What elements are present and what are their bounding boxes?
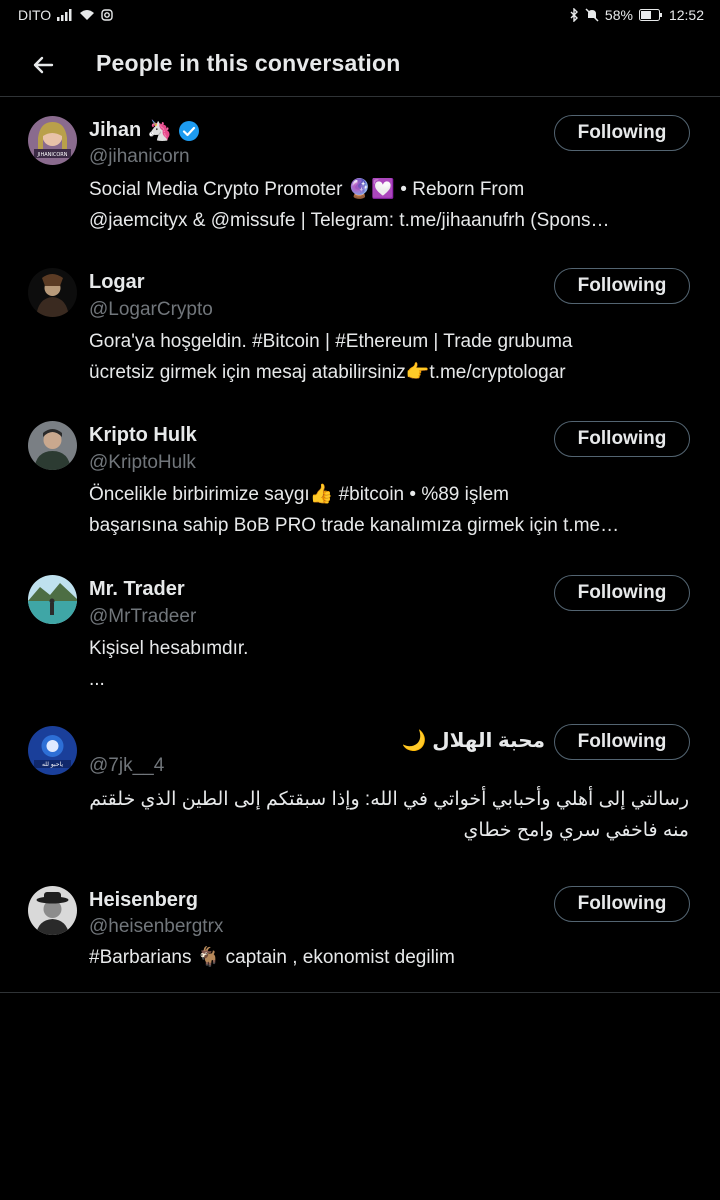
avatar-kripto-hulk[interactable] [28, 421, 77, 470]
person-bio: Öncelikle birbirimize saygı👍 #bitcoin • … [89, 484, 620, 536]
battery-percent: 58% [604, 7, 633, 23]
person-handle[interactable]: @KriptoHulk [89, 452, 196, 474]
svg-text:JIHANICORN: JIHANICORN [37, 152, 68, 158]
person-handle[interactable]: @jihanicorn [89, 146, 190, 168]
battery-icon [638, 9, 663, 21]
following-button[interactable]: Following [554, 421, 690, 457]
verified-badge-icon [179, 120, 200, 141]
person-bio: Kişisel hesabımdır. ... [89, 638, 249, 690]
person-bio: رسالتي إلى أهلي وأحبابي أخواتي في الله: … [89, 789, 689, 841]
person-row-jihan[interactable]: JIHANICORN Jihan 🦄 @jihanicorn Social Me… [0, 97, 720, 252]
person-handle[interactable]: @MrTradeer [89, 606, 196, 628]
person-name[interactable]: Heisenberg [89, 889, 198, 912]
instagram-icon [101, 9, 113, 21]
signal-icon [57, 9, 73, 21]
mute-bell-icon [585, 8, 599, 22]
wifi-icon [79, 9, 95, 21]
person-row-mr-trader[interactable]: Mr. Trader @MrTradeer Kişisel hesabımdır… [0, 559, 720, 710]
person-name[interactable]: Kripto Hulk [89, 424, 197, 447]
following-button[interactable]: Following [554, 115, 690, 151]
back-arrow-icon [33, 56, 54, 74]
avatar-mr-trader[interactable] [28, 575, 77, 624]
person-name[interactable]: محبة الهلال 🌙 [402, 728, 545, 753]
person-row-logar[interactable]: Logar @LogarCrypto Gora'ya hoşgeldin. #B… [0, 252, 720, 405]
header: People in this conversation [0, 32, 720, 97]
back-button[interactable] [28, 50, 58, 80]
avatar-logar[interactable] [28, 268, 77, 317]
status-bar: DITO 58% 12:52 [0, 0, 720, 32]
person-row-heisenberg[interactable]: Heisenberg @heisenbergtrx #Barbarians 🐐 … [0, 871, 720, 992]
avatar-alhilal[interactable]: ياحبو لله [28, 726, 77, 775]
person-name[interactable]: Jihan [89, 119, 141, 142]
person-bio: Gora'ya hoşgeldin. #Bitcoin | #Ethereum … [89, 331, 573, 383]
person-name[interactable]: Logar [89, 271, 145, 294]
person-row-kripto-hulk[interactable]: Kripto Hulk @KriptoHulk Öncelikle birbir… [0, 405, 720, 559]
svg-text:ياحبو لله: ياحبو لله [42, 761, 63, 768]
clock: 12:52 [668, 7, 704, 23]
avatar-jihan[interactable]: JIHANICORN [28, 116, 77, 165]
person-handle[interactable]: @heisenbergtrx [89, 916, 223, 938]
bluetooth-icon [569, 8, 579, 22]
person-row-alhilal[interactable]: ياحبو لله محبة الهلال 🌙 @7jk__4 رسالتي إ… [0, 710, 720, 871]
person-handle[interactable]: @LogarCrypto [89, 299, 213, 321]
person-handle[interactable]: @7jk__4 [89, 755, 164, 777]
avatar-heisenberg[interactable] [28, 886, 77, 935]
carrier-label: DITO [18, 7, 52, 23]
following-button[interactable]: Following [554, 575, 690, 611]
unicorn-emoji: 🦄 [147, 120, 173, 142]
list-end-divider [0, 992, 720, 993]
page-title: People in this conversation [96, 50, 401, 76]
person-bio: #Barbarians 🐐 captain , ekonomist degili… [89, 947, 455, 968]
person-name[interactable]: Mr. Trader [89, 578, 185, 601]
following-button[interactable]: Following [554, 724, 690, 760]
following-button[interactable]: Following [554, 268, 690, 304]
following-button[interactable]: Following [554, 886, 690, 922]
person-bio: Social Media Crypto Promoter 🔮💟 • Reborn… [89, 179, 610, 231]
